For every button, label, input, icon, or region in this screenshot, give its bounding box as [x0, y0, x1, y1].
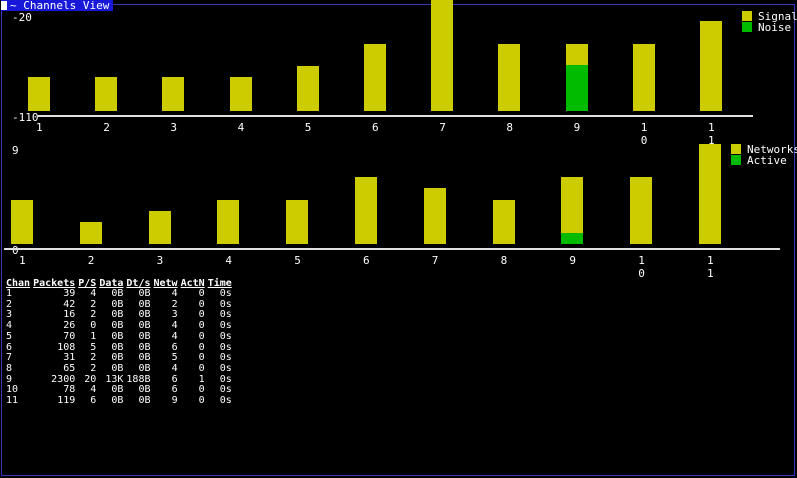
legend-signal-swatch: [742, 11, 752, 21]
table-cell: 4: [90, 288, 97, 299]
window-menu-icon[interactable]: [1, 1, 7, 10]
networks-tick-label-2: 2: [87, 254, 95, 267]
networks-x-axis: [4, 248, 780, 250]
networks-bar-7: [423, 188, 446, 244]
networks-tick-label-5: 5: [294, 254, 301, 267]
signal-bar-6: [364, 43, 386, 111]
channel-stats-table: Chan Packets P/S Data Dt/s Netw ActN Tim…: [6, 278, 235, 407]
signal-tick-label-1: 1: [36, 121, 43, 134]
signal-tick-label-10: 1: [640, 121, 648, 134]
networks-tick-label-1: 1: [19, 254, 26, 267]
legend-networks-swatch: [731, 144, 741, 154]
table-cell: 0s: [219, 395, 232, 407]
signal-bar-4: [229, 77, 252, 111]
signal-bar-5: [296, 66, 319, 111]
table-cell: 0: [90, 320, 97, 332]
signal-tick-label-10: 0: [640, 134, 648, 147]
networks-bar-11: [699, 144, 721, 244]
legend-active-label: Active: [747, 154, 787, 167]
networks-tick-label-10: 1: [638, 254, 645, 267]
table-cell: 5: [6, 330, 13, 342]
table-cell: 0B: [138, 395, 151, 407]
table-cell: 2: [90, 352, 97, 364]
signal-bar-11: [700, 21, 722, 111]
signal-tick-label-11: 1: [708, 121, 715, 134]
table-cell: 0: [198, 330, 205, 342]
table-cell: 6: [90, 395, 97, 407]
networks-bar-5: [286, 199, 309, 244]
table-cell: 70: [63, 330, 76, 342]
window-title-bar[interactable]: ~ Channels View: [1, 0, 114, 11]
table-cell: 0s: [219, 330, 232, 342]
signal-tick-label-7: 7: [439, 121, 446, 134]
table-row[interactable]: 11 119 6 0B 0B 9 0 0s: [6, 395, 235, 407]
table-cell: 5: [90, 341, 97, 353]
table-cell: 4: [171, 330, 178, 342]
table-cell: 11: [6, 395, 19, 407]
signal-x-axis: [38, 115, 753, 117]
signal-tick-label-3: 3: [170, 121, 178, 134]
table-cell: 9: [171, 395, 178, 407]
signal-tick-label-6: 6: [372, 121, 379, 134]
legend-noise-label: Noise: [758, 21, 792, 34]
networks-tick-label-7: 7: [431, 254, 439, 267]
signal-y-min-label: -110: [12, 111, 39, 124]
table-cell: 1: [90, 330, 97, 342]
networks-tick-label-3: 3: [156, 254, 164, 267]
table-cell: 0B: [111, 330, 124, 342]
signal-bar-8: [498, 43, 521, 111]
networks-bar-8: [492, 199, 515, 244]
signal-y-max-label: -20: [12, 11, 32, 24]
table-cell: 0B: [138, 330, 151, 342]
networks-bar-3: [148, 210, 171, 244]
legend-active-swatch: [731, 155, 741, 165]
signal-tick-label-2: 2: [103, 121, 110, 134]
networks-y-max-label: 9: [12, 144, 19, 157]
networks-bar-6: [355, 177, 377, 244]
signal-tick-label-5: 5: [304, 121, 312, 134]
table-cell: 4: [90, 384, 97, 396]
noise-bar-9: [565, 64, 588, 111]
table-cell: 2: [90, 309, 97, 321]
networks-tick-label-11: 1: [707, 267, 714, 280]
signal-bar-7: [431, 0, 454, 111]
legend-noise-swatch: [742, 22, 752, 32]
table-cell: 119: [57, 395, 76, 407]
signal-tick-label-9: 9: [573, 121, 581, 134]
signal-tick-label-4: 4: [237, 121, 245, 134]
signal-tick-label-8: 8: [506, 121, 514, 134]
col-ps-header[interactable]: P/S: [78, 278, 99, 289]
networks-bar-10: [630, 177, 653, 244]
networks-y-min-label: 0: [12, 244, 19, 257]
networks-tick-label-8: 8: [500, 254, 508, 267]
table-row[interactable]: 5 70 1 0B 0B 4 0 0s: [6, 330, 235, 343]
signal-bar-3: [162, 77, 185, 111]
networks-tick-label-6: 6: [363, 254, 370, 267]
signal-bar-1: [28, 77, 50, 111]
active-bar-9: [561, 232, 584, 244]
networks-tick-label-11: 1: [707, 254, 714, 267]
networks-bar-1: [11, 199, 33, 244]
networks-bar-2: [79, 221, 102, 244]
table-cell: 2: [90, 298, 97, 310]
signal-bar-10: [632, 43, 655, 111]
table-cell: 20: [84, 373, 97, 385]
networks-tick-label-4: 4: [225, 254, 233, 267]
table-cell: 0: [198, 395, 205, 407]
networks-bar-4: [217, 199, 240, 244]
networks-tick-label-10: 0: [638, 267, 645, 280]
table-cell: 0B: [111, 395, 124, 407]
signal-bar-2: [95, 77, 118, 111]
networks-tick-label-9: 9: [569, 254, 577, 267]
